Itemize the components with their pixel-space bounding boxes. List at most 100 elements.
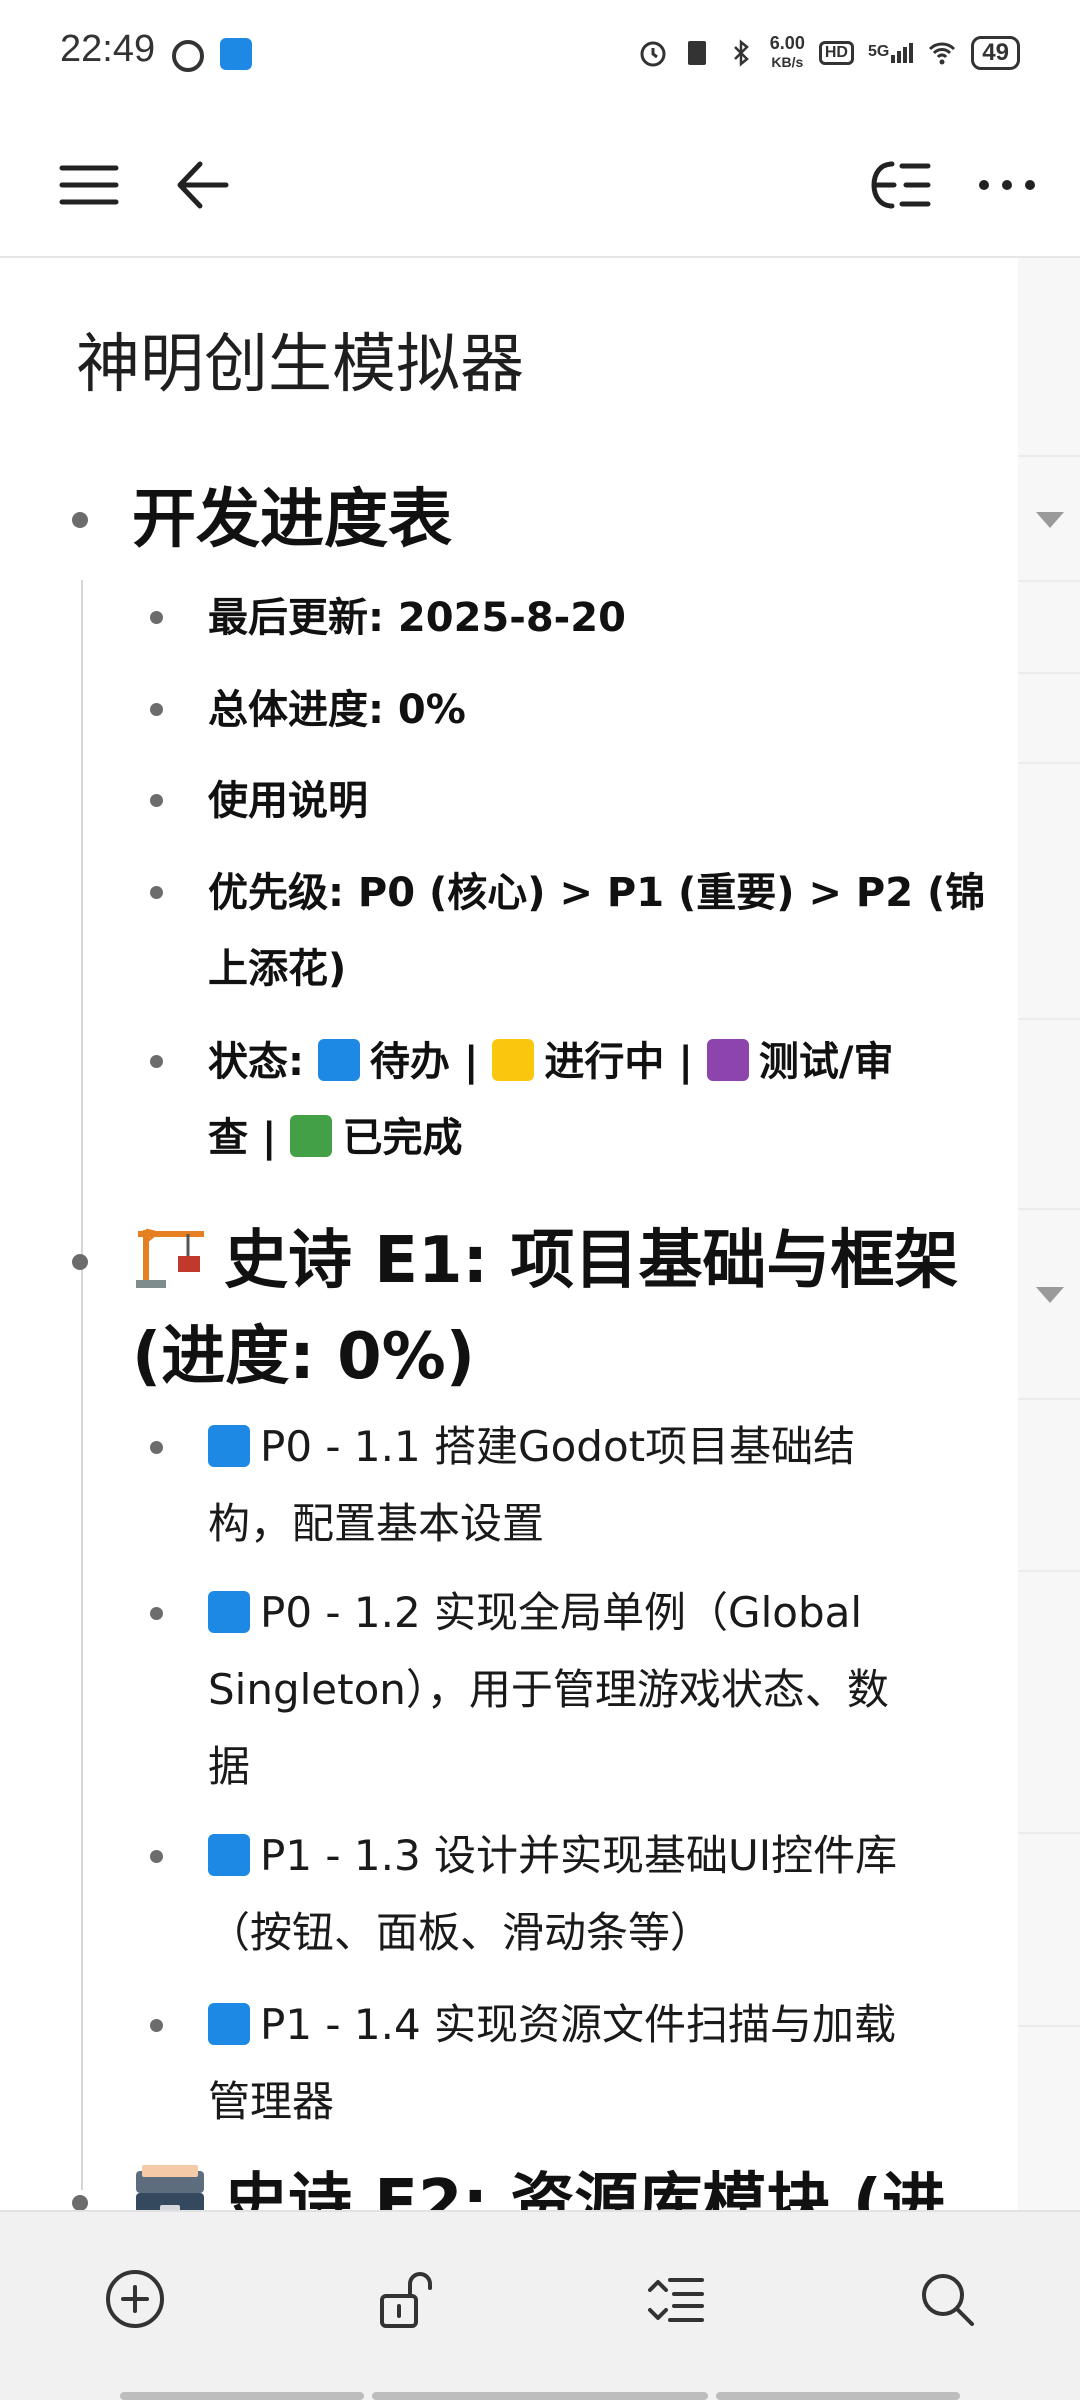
list-item[interactable]: 最后更新: 2025-8-20: [208, 580, 626, 656]
scroll-indicator: [120, 2392, 364, 2400]
status-testing-cont: 查: [208, 1115, 248, 1161]
task-line: 构，配置基本设置: [208, 1499, 545, 1548]
list-item-line: 查 | 已完成: [208, 1100, 893, 1176]
app-notification-icon: [220, 38, 252, 70]
bullet-icon[interactable]: [150, 2019, 163, 2032]
alarm-icon: [172, 40, 204, 72]
wifi-icon: [927, 38, 957, 68]
add-circle-icon[interactable]: [100, 2264, 170, 2334]
bottom-toolbar: [0, 2210, 1080, 2400]
alarm-icon: [638, 38, 668, 68]
list-item-line: 状态: 待办 | 进行中 | 测试/审: [208, 1024, 893, 1100]
indent-icon[interactable]: [640, 2264, 710, 2334]
gutter-divider: [1018, 1570, 1080, 1572]
task-line: P0 - 1.1 搭建Godot项目基础结: [208, 1408, 855, 1485]
bullet-icon[interactable]: [72, 2195, 88, 2210]
purple-square-icon: [706, 1039, 749, 1081]
gutter-divider: [1018, 1018, 1080, 1020]
gutter-divider: [1018, 1208, 1080, 1210]
outline-icon[interactable]: [866, 150, 936, 220]
signal-icon: 5G: [867, 42, 914, 63]
bullet-icon[interactable]: [150, 1850, 163, 1863]
task-item[interactable]: P1 - 1.4 实现资源文件扫描与加载 管理器: [208, 1986, 896, 2140]
document-title[interactable]: 神明创生模拟器: [76, 313, 524, 405]
scroll-indicator: [372, 2392, 708, 2400]
gutter-divider: [1018, 1398, 1080, 1400]
task-line: 管理器: [208, 2077, 335, 2126]
blue-square-icon: [208, 2003, 250, 2045]
unlock-icon[interactable]: [370, 2264, 440, 2334]
task-line: P0 - 1.2 实现全局单例（Global: [208, 1574, 889, 1651]
separator: |: [449, 1039, 493, 1085]
task-text: P1 - 1.3 设计并实现基础UI控件库: [260, 1831, 898, 1880]
status-icons: 6.00 KB/s HD 5G 49: [638, 34, 1020, 71]
status-label: 状态:: [208, 1039, 318, 1085]
indent-guide: [81, 1398, 83, 2190]
bullet-icon[interactable]: [150, 886, 163, 899]
status-bar: 22:49 6.00 KB/s HD 5G 49: [0, 0, 1080, 110]
document-body: 神明创生模拟器 开发进度表 最后更新: 2025-8-20 总体进度: 0% 使…: [0, 258, 1018, 2210]
app-bar: [0, 110, 1080, 258]
task-item[interactable]: P1 - 1.3 设计并实现基础UI控件库 （按钮、面板、滑动条等）: [208, 1817, 897, 1971]
collapse-section-1-icon[interactable]: [1036, 512, 1064, 528]
bullet-icon[interactable]: [150, 703, 163, 716]
section-heading[interactable]: 史诗 E2: 资源库模块 (进: [132, 2156, 946, 2210]
task-line: P1 - 1.3 设计并实现基础UI控件库: [208, 1817, 897, 1894]
collapse-section-2-icon[interactable]: [1036, 1287, 1064, 1303]
network-speed: 6.00 KB/s: [769, 33, 805, 70]
gutter-divider: [1018, 2025, 1080, 2027]
bullet-icon[interactable]: [150, 1055, 163, 1068]
list-item-line: 优先级: P0 (核心) > P1 (重要) > P2 (锦: [208, 870, 986, 916]
task-line: （按钮、面板、滑动条等）: [208, 1908, 713, 1957]
separator: |: [248, 1115, 291, 1161]
network-type: 5G: [867, 42, 890, 60]
task-line: P1 - 1.4 实现资源文件扫描与加载: [208, 1986, 896, 2063]
construction-crane-icon: [132, 1220, 208, 1290]
section-heading[interactable]: 开发进度表: [132, 472, 452, 568]
list-item[interactable]: 优先级: P0 (核心) > P1 (重要) > P2 (锦 上添花): [208, 855, 985, 1007]
task-line: 据: [208, 1742, 251, 1791]
gutter-divider: [1018, 762, 1080, 764]
right-gutter: [1018, 258, 1080, 2210]
gutter-divider: [1018, 672, 1080, 674]
search-icon[interactable]: [912, 2264, 982, 2334]
list-item[interactable]: 使用说明: [208, 763, 368, 839]
section-heading[interactable]: 史诗 E1: 项目基础与框架 (进度: 0%): [132, 1213, 958, 1405]
gutter-divider: [1018, 580, 1080, 582]
scroll-indicator: [716, 2392, 960, 2400]
green-square-icon: [290, 1115, 333, 1157]
bullet-icon[interactable]: [72, 1254, 88, 1270]
indent-guide: [81, 580, 83, 1450]
more-icon[interactable]: [972, 150, 1042, 220]
list-item-line: 上添花): [208, 946, 347, 992]
task-line: Singleton），用于管理游戏状态、数: [208, 1665, 889, 1714]
blue-square-icon: [208, 1591, 250, 1633]
status-time: 22:49: [60, 28, 156, 70]
bullet-icon[interactable]: [150, 1607, 163, 1620]
task-text: P0 - 1.1 搭建Godot项目基础结: [260, 1422, 856, 1471]
bullet-icon[interactable]: [150, 611, 163, 624]
list-item[interactable]: 总体进度: 0%: [208, 672, 466, 748]
bluetooth-icon: [726, 38, 756, 68]
blue-square-icon: [208, 1425, 250, 1467]
heading-text: 史诗 E2: 资源库模块 (进: [224, 2167, 946, 2210]
bullet-icon[interactable]: [72, 512, 88, 528]
task-text: P1 - 1.4 实现资源文件扫描与加载: [260, 2000, 897, 2049]
task-item[interactable]: P0 - 1.2 实现全局单例（Global Singleton），用于管理游戏…: [208, 1574, 889, 1805]
blue-square-icon: [317, 1039, 360, 1081]
status-pending: 待办: [369, 1039, 450, 1085]
yellow-square-icon: [492, 1039, 535, 1081]
blue-square-icon: [208, 1834, 250, 1876]
heading-line: (进度: 0%): [132, 1320, 476, 1394]
task-item[interactable]: P0 - 1.1 搭建Godot项目基础结 构，配置基本设置: [208, 1408, 855, 1562]
heading-text: 史诗 E1: 项目基础与框架: [224, 1224, 959, 1298]
status-done: 已完成: [342, 1115, 463, 1161]
list-item[interactable]: 状态: 待办 | 进行中 | 测试/审 查 | 已完成: [208, 1024, 893, 1176]
status-in-progress: 进行中: [544, 1039, 665, 1085]
status-testing: 测试/审: [758, 1039, 894, 1085]
bullet-icon[interactable]: [150, 794, 163, 807]
gutter-divider: [1018, 1832, 1080, 1834]
back-icon[interactable]: [168, 150, 238, 220]
menu-icon[interactable]: [54, 150, 124, 220]
bullet-icon[interactable]: [150, 1441, 163, 1454]
